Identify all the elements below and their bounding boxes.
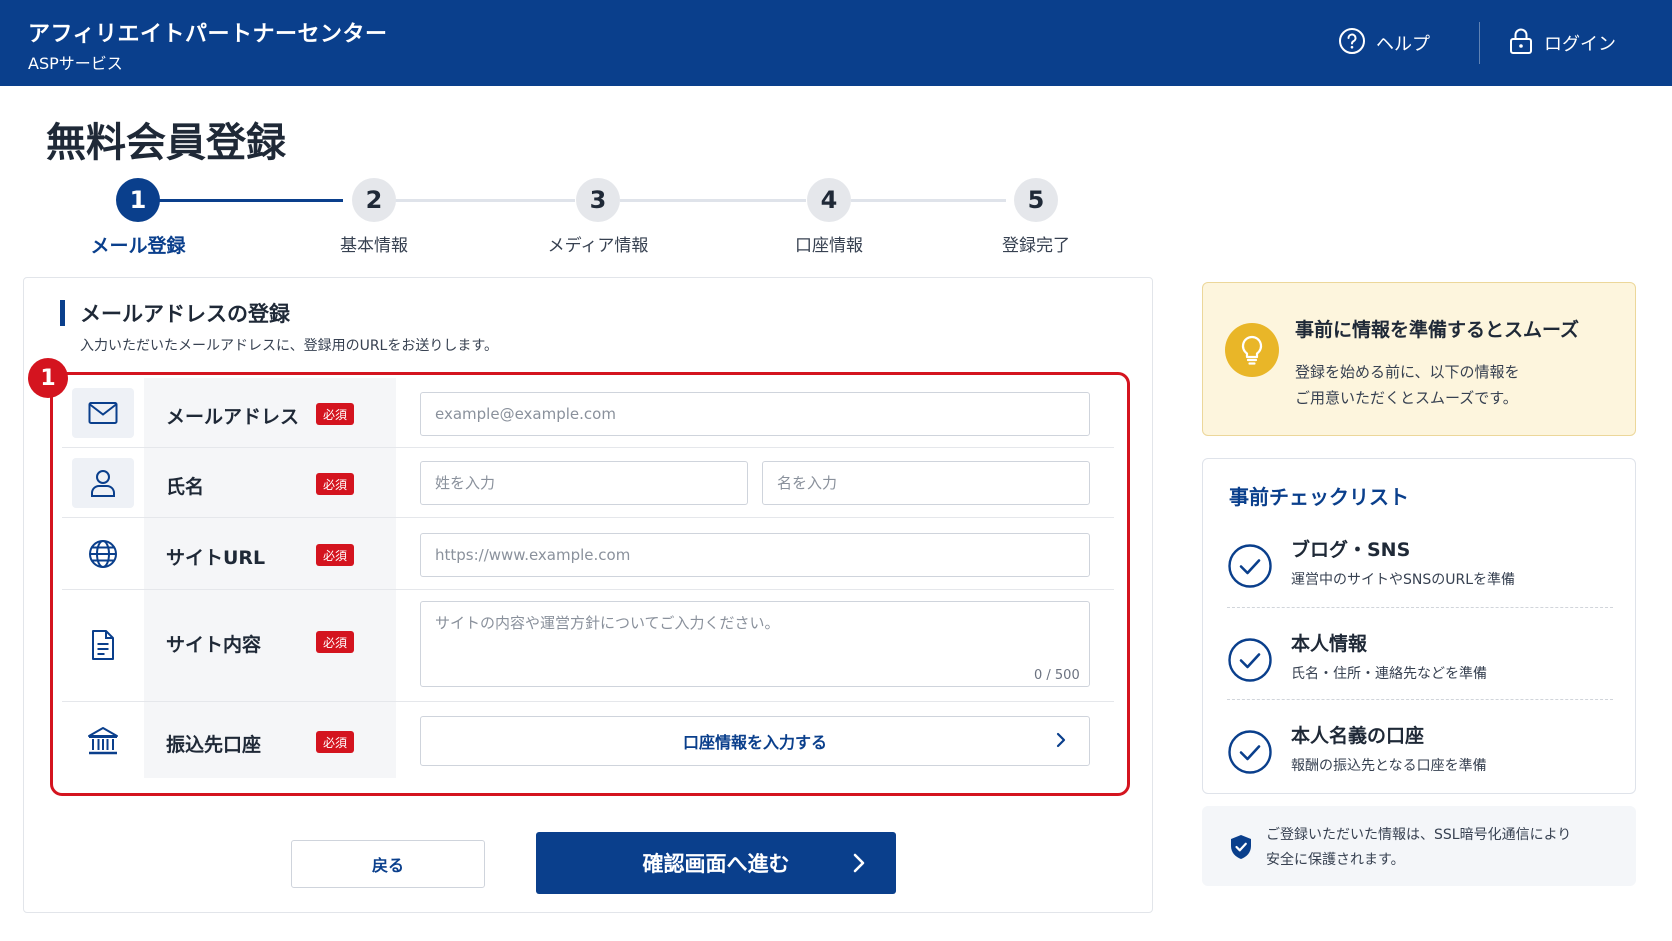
name-label: 氏名 [166,476,205,498]
checklist-divider [1227,699,1613,700]
character-counter: 0 / 500 [1034,668,1080,683]
required-badge: 必須 [316,731,354,753]
step-connector-4 [851,199,1006,202]
required-badge: 必須 [316,544,354,566]
help-icon [1338,27,1366,60]
help-label: ヘルプ [1376,34,1430,55]
enter-bank-info-button[interactable]: 口座情報を入力する [420,716,1090,766]
email-input[interactable] [420,392,1090,436]
bank-row: 振込先口座 必須 口座情報を入力する [62,702,1114,778]
chevron-right-icon [852,851,866,880]
required-badge: 必須 [316,631,354,653]
site-url-input[interactable] [420,533,1090,577]
step-5-circle: 5 [1014,178,1058,222]
chevron-right-icon [1055,730,1067,754]
email-row: メールアドレス 必須 [62,378,1114,448]
step-5-label: 登録完了 [1002,236,1070,256]
user-icon [72,458,134,508]
site-content-label: サイト内容 [166,634,262,656]
tip-title: 事前に情報を準備するとスムーズ [1295,319,1580,341]
required-badge: 必須 [316,403,354,425]
checklist-item-title: 本人情報 [1291,633,1368,655]
security-note-line-2: 安全に保護されます。 [1266,852,1405,868]
page-title: 無料会員登録 [46,120,286,166]
site-url-label: サイトURL [166,547,266,569]
step-connector-1 [159,199,343,202]
step-3-circle: 3 [576,178,620,222]
site-content-row: サイト内容 必須 0 / 500 [62,590,1114,702]
step-3-label: メディア情報 [547,236,649,256]
login-link[interactable]: ログイン [1508,28,1616,58]
brand-subtitle: ASPサービス [28,54,123,73]
step-1-circle: 1 [116,178,160,222]
lock-icon [1508,27,1534,60]
proceed-to-confirm-button[interactable]: 確認画面へ進む [536,832,896,894]
globe-icon [72,529,134,579]
section-title: メールアドレスの登録 [80,302,290,326]
top-header: アフィリエイトパートナーセンター ASPサービス ヘルプ ログイン [0,0,1672,86]
tip-text-line-2: ご用意いただくとスムーズです。 [1295,389,1518,407]
first-name-input[interactable] [762,461,1090,505]
email-label: メールアドレス [166,406,300,428]
checklist-item-title: ブログ・SNS [1291,539,1411,561]
document-icon [72,620,134,670]
required-badge: 必須 [316,473,354,495]
back-button[interactable]: 戻る [291,840,485,888]
section-accent-bar [60,300,65,326]
security-note: ご登録いただいた情報は、SSL暗号化通信により 安全に保護されます。 [1202,806,1636,886]
bank-icon [72,716,134,766]
site-content-textarea[interactable] [420,601,1090,687]
last-name-input[interactable] [420,461,748,505]
security-note-line-1: ご登録いただいた情報は、SSL暗号化通信により [1266,827,1572,843]
brand-title[interactable]: アフィリエイトパートナーセンター [28,16,388,48]
step-connector-2 [395,199,575,202]
proceed-button-label: 確認画面へ進む [642,852,790,876]
section-description: 入力いただいたメールアドレスに、登録用のURLをお送りします。 [80,338,498,354]
back-button-label: 戻る [371,856,404,875]
preparation-tip-card: 事前に情報を準備するとスムーズ 登録を始める前に、以下の情報を ご用意いただくと… [1202,282,1636,436]
site-url-row: サイトURL 必須 [62,518,1114,590]
checklist-divider [1227,607,1613,608]
help-link[interactable]: ヘルプ [1338,27,1430,60]
pre-checklist-card: 事前チェックリスト ブログ・SNS 運営中のサイトやSNSのURLを準備 本人情… [1202,458,1636,794]
shield-check-icon [1230,834,1252,864]
progress-stepper: 1 2 3 4 5 メール登録 基本情報 メディア情報 口座情報 登録完了 [0,178,1150,258]
checklist-item: 本人名義の口座 報酬の振込先となる口座を準備 [1227,721,1611,791]
mail-icon [72,388,134,438]
checklist-heading: 事前チェックリスト [1229,485,1409,509]
name-row: 氏名 必須 [62,448,1114,518]
checklist-item-description: 運営中のサイトやSNSのURLを準備 [1291,572,1516,588]
bank-label: 振込先口座 [166,734,262,756]
checklist-item: ブログ・SNS 運営中のサイトやSNSのURLを準備 [1227,535,1611,605]
checklist-item: 本人情報 氏名・住所・連絡先などを準備 [1227,629,1611,699]
checklist-item-title: 本人名義の口座 [1291,725,1425,747]
step-connector-3 [620,199,806,202]
step-2-label: 基本情報 [340,236,408,256]
login-label: ログイン [1544,34,1616,55]
check-circle-icon [1227,543,1273,589]
tip-text-line-1: 登録を始める前に、以下の情報を [1295,363,1520,381]
lightbulb-icon [1225,323,1279,377]
header-divider [1479,22,1480,64]
checklist-item-description: 報酬の振込先となる口座を準備 [1291,758,1487,774]
step-2-circle: 2 [352,178,396,222]
enter-bank-info-label: 口座情報を入力する [682,733,827,752]
step-1-label: メール登録 [90,235,186,257]
step-4-label: 口座情報 [795,236,863,256]
step-4-circle: 4 [807,178,851,222]
check-circle-icon [1227,637,1273,683]
checklist-item-description: 氏名・住所・連絡先などを準備 [1291,666,1487,682]
check-circle-icon [1227,729,1273,775]
